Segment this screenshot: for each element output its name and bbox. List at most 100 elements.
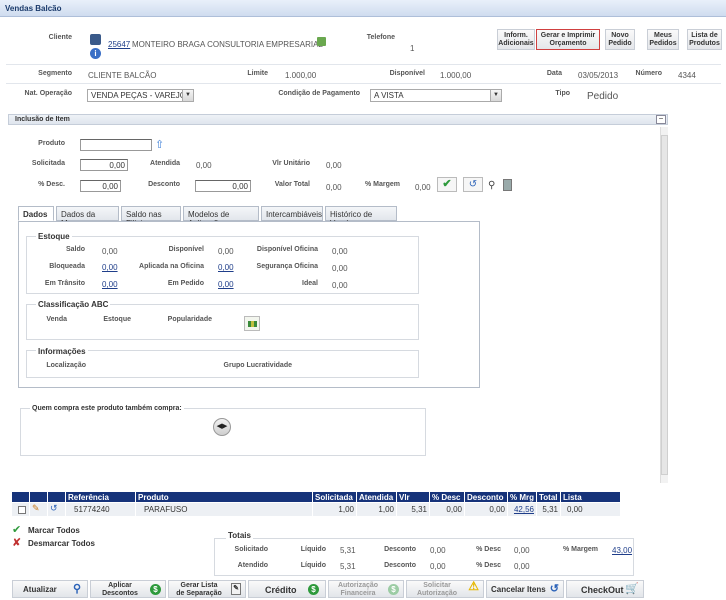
info-icon[interactable]: i	[90, 48, 101, 59]
search-icon[interactable]: ⚲	[488, 180, 495, 191]
edit-row-icon[interactable]: ✎	[30, 503, 48, 516]
tipo-value: Pedido	[587, 91, 619, 102]
grid-header-atendida[interactable]: Atendida	[357, 492, 397, 502]
meus-pedidos-button[interactable]: Meus Pedidos	[647, 29, 679, 50]
grid-header-produto[interactable]: Produto	[136, 492, 313, 502]
telefone-value: 1	[410, 44, 415, 53]
autorizacao-financeira-label-2: Financeira	[340, 590, 376, 597]
inform-adicionais-button[interactable]: Inform. Adicionais	[497, 29, 535, 50]
desmarcar-todos-icon[interactable]: ✘	[12, 536, 21, 549]
client-card-icon[interactable]	[90, 34, 101, 45]
condicao-pagamento-value: A VISTA	[374, 91, 404, 100]
valor-total-label: Valor Total	[274, 181, 310, 188]
grid-header-solicitada[interactable]: Solicitada	[313, 492, 357, 502]
em-pedido-link[interactable]: 0,00	[218, 280, 234, 289]
desconto-input[interactable]: 0,00	[195, 180, 251, 192]
produto-input[interactable]	[80, 139, 152, 151]
solicitada-input[interactable]: 0,00	[80, 159, 128, 171]
nat-operacao-label: Nat. Operação	[24, 90, 72, 97]
scrollbar-thumb[interactable]	[661, 135, 668, 475]
condicao-pagamento-select[interactable]: A VISTA ▼	[370, 89, 502, 102]
aplicada-oficina-label: Aplicada na Oficina	[139, 263, 204, 270]
nat-operacao-select[interactable]: VENDA PEÇAS - VAREJO ▼	[87, 89, 194, 102]
grupo-lucratividade-label: Grupo Lucratividade	[223, 362, 292, 369]
grid-header-mrg[interactable]: % Mrg	[508, 492, 537, 502]
grid-header-desc-pct[interactable]: % Desc	[430, 492, 465, 502]
desconto-label: Desconto	[148, 181, 180, 188]
aplicar-descontos-button[interactable]: Aplicar Descontos $	[90, 580, 166, 598]
autorizacao-financeira-button[interactable]: Autorização Financeira $	[328, 580, 404, 598]
lista-produtos-button[interactable]: Lista de Produtos	[687, 29, 722, 50]
sol-liquido-value: 5,31	[340, 546, 356, 555]
cell-mrg-link[interactable]: 42,56	[508, 503, 537, 516]
mrg-link[interactable]: 42,56	[514, 505, 534, 514]
cell-referencia: 51774240	[66, 503, 136, 516]
classificacao-abc-title: Classificação ABC	[36, 300, 111, 309]
tab-dados-marca[interactable]: Dados da Marca	[56, 206, 119, 228]
gerar-orcamento-label-1: Gerar e Imprimir	[540, 32, 596, 39]
edit-client-icon[interactable]	[317, 37, 326, 46]
margem-label: % Margem	[364, 181, 400, 188]
desmarcar-todos-link[interactable]: Desmarcar Todos	[28, 539, 95, 548]
popularidade-chart-icon[interactable]	[244, 316, 260, 331]
checkout-button[interactable]: CheckOut 🛒	[566, 580, 644, 598]
grid-header-desconto[interactable]: Desconto	[465, 492, 508, 502]
marcar-todos-check-icon[interactable]: ✔	[12, 523, 21, 536]
cliente-name: MONTEIRO BRAGA CONSULTORIA EMPRESARIAL	[132, 40, 323, 49]
cancelar-itens-button[interactable]: Cancelar Itens ↺	[486, 580, 564, 598]
limite-label: Limite	[247, 70, 268, 77]
grid-header-vlr-unit[interactable]: Vlr Unit	[397, 492, 430, 511]
totais-title: Totais	[226, 531, 253, 540]
confirm-check-icon[interactable]: ✔	[437, 177, 457, 192]
inform-adicionais-label-2: Adicionais	[498, 40, 534, 47]
novo-pedido-button[interactable]: Novo Pedido	[605, 29, 635, 50]
bloqueada-link[interactable]: 0,00	[102, 263, 118, 272]
lista-produtos-label-1: Lista de	[691, 32, 718, 39]
tab-modelos-aplicacao[interactable]: Modelos de Aplicação	[183, 206, 259, 228]
tab-saldo-filiais[interactable]: Saldo nas Filiais	[121, 206, 181, 228]
inclusao-item-title: Inclusão de Item	[15, 116, 70, 123]
gerar-imprimir-orcamento-button[interactable]: Gerar e Imprimir Orçamento	[536, 29, 600, 50]
tab-dados[interactable]: Dados	[18, 206, 54, 221]
carousel-arrows-icon[interactable]: ◀▶	[213, 418, 231, 436]
grid-header-total[interactable]: Total	[537, 492, 561, 502]
cancel-icon: ↺	[549, 583, 559, 595]
clear-icon[interactable]: ↺	[463, 177, 483, 192]
margem-label: % Margem	[562, 546, 598, 553]
calculator-icon[interactable]	[503, 179, 512, 191]
liquido-label-2: Líquido	[300, 562, 326, 569]
table-row-checkbox[interactable]	[12, 503, 30, 516]
disponivel-value: 0,00	[218, 247, 234, 256]
saldo-value: 0,00	[102, 247, 118, 256]
em-transito-link[interactable]: 0,00	[102, 280, 118, 289]
at-liquido-value: 5,31	[340, 562, 356, 571]
grid-header-referencia[interactable]: Referência	[66, 492, 136, 502]
cell-total: 5,31	[537, 503, 561, 516]
disponivel-label: Disponível	[389, 70, 425, 77]
gerar-lista-separacao-button[interactable]: Gerar Lista de Separação ✎	[168, 580, 246, 598]
scrollbar[interactable]	[660, 127, 668, 483]
sol-margem-link[interactable]: 43,00	[612, 546, 632, 555]
cliente-code-link[interactable]: 25647	[108, 40, 130, 49]
seguranca-oficina-value: 0,00	[332, 264, 348, 273]
desconto-label-2: Desconto	[384, 562, 416, 569]
cancelar-itens-label: Cancelar Itens	[491, 585, 546, 594]
credito-button[interactable]: Crédito $	[248, 580, 326, 598]
at-desconto-value: 0,00	[430, 562, 446, 571]
desc-pct-label: % Desc.	[38, 181, 65, 188]
marcar-todos-link[interactable]: Marcar Todos	[28, 526, 80, 535]
tab-historico-vendas[interactable]: Histórico de Vendas	[325, 206, 397, 228]
desc-pct-input[interactable]: 0,00	[80, 180, 121, 192]
desconto-label: Desconto	[384, 546, 416, 553]
tab-intercambiaveis[interactable]: Intercambiáveis	[261, 206, 323, 221]
search-up-arrow-icon[interactable]: ⇧	[155, 138, 164, 151]
collapse-icon[interactable]: −	[656, 115, 666, 124]
aplicar-descontos-label-2: Descontos	[102, 590, 138, 597]
sol-desc-pct-value: 0,00	[514, 546, 530, 555]
row-action-icon[interactable]: ↺	[48, 503, 66, 516]
solicitar-autorizacao-button[interactable]: Solicitar Autorização ⚠	[406, 580, 484, 598]
atualizar-button[interactable]: Atualizar ⚲	[12, 580, 88, 598]
aplicada-oficina-link[interactable]: 0,00	[218, 263, 234, 272]
valor-total-value: 0,00	[326, 183, 342, 192]
grid-header-lista[interactable]: Lista	[561, 492, 621, 502]
